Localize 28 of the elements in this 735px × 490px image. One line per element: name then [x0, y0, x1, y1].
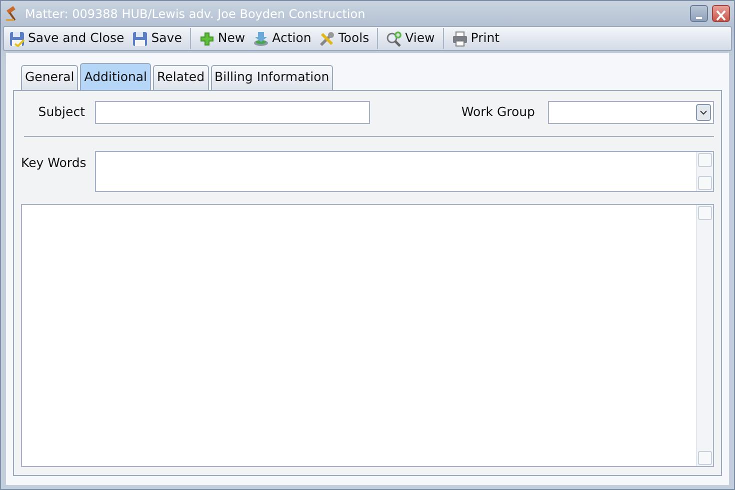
tab[interactable]: Additional [80, 63, 152, 90]
scrollbar[interactable] [696, 152, 713, 191]
field-label: Subject [37, 102, 85, 121]
scrollbar[interactable] [696, 205, 713, 466]
notes-field[interactable] [21, 204, 714, 467]
toolbar-button[interactable]: Print [448, 28, 503, 49]
download-tray-icon [253, 30, 270, 46]
plus-icon [198, 30, 215, 46]
toolbar-button[interactable]: Save and Close [6, 28, 128, 49]
minimize-icon [696, 17, 702, 19]
close-button[interactable] [712, 5, 730, 22]
minimize-button[interactable] [690, 5, 708, 22]
toolbar-button[interactable]: New [196, 28, 248, 49]
key-words-field[interactable] [95, 151, 714, 192]
field-label: Key Words [21, 154, 88, 172]
toolbar-button[interactable]: Action [250, 28, 314, 49]
tab[interactable]: Billing Information [210, 65, 334, 90]
magnifier-icon [386, 30, 402, 46]
toolbar-button[interactable]: View [383, 28, 438, 49]
wrench-screwdriver-icon [319, 30, 336, 46]
toolbar-button[interactable]: Save [129, 28, 185, 49]
tab[interactable]: Related [153, 65, 209, 90]
window-title: Matter: 009388 HUB/Lewis adv. Joe Boyden Construction [25, 6, 366, 22]
printer-icon [452, 30, 468, 46]
field-label: Work Group [461, 102, 535, 121]
toolbar-button[interactable]: Tools [316, 28, 372, 49]
tab[interactable]: General [21, 65, 78, 90]
subject-field[interactable] [95, 100, 370, 124]
